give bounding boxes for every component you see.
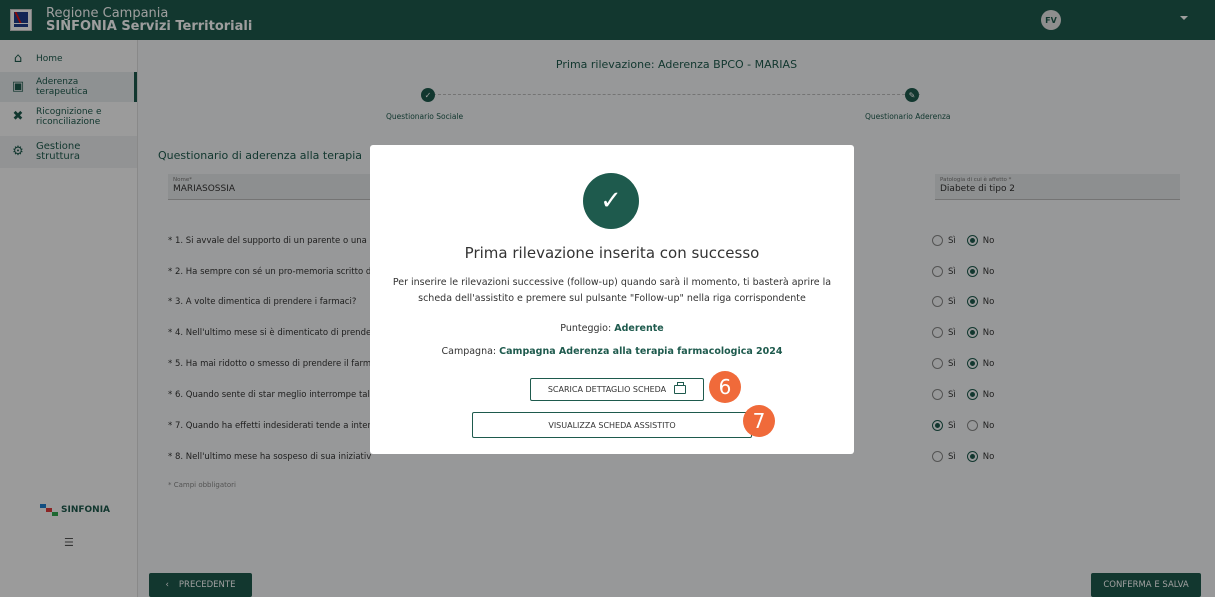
success-check-icon: ✓ <box>583 173 639 229</box>
view-patient-button[interactable]: VISUALIZZA SCHEDA ASSISTITO <box>472 412 752 438</box>
modal-title: Prima rilevazione inserita con successo <box>464 244 760 262</box>
annotation-badge-7: 7 <box>743 405 775 437</box>
download-detail-button[interactable]: SCARICA DETTAGLIO SCHEDA <box>530 378 704 401</box>
campaign-row: Campagna: Campagna Aderenza alla terapia… <box>370 346 854 357</box>
download-detail-label: SCARICA DETTAGLIO SCHEDA <box>547 385 667 394</box>
campaign-label: Campagna: <box>441 346 497 357</box>
score-label: Punteggio: <box>560 323 612 334</box>
printer-icon <box>674 382 687 394</box>
modal-message: Per inserire le rilevazioni successive (… <box>392 277 832 304</box>
campaign-value: Campagna Aderenza alla terapia farmacolo… <box>499 346 783 357</box>
success-modal: ✓ Prima rilevazione inserita con success… <box>370 145 854 454</box>
score-value: Aderente <box>614 323 664 334</box>
score-row: Punteggio: Aderente <box>370 323 854 334</box>
annotation-badge-6: 6 <box>709 371 741 403</box>
